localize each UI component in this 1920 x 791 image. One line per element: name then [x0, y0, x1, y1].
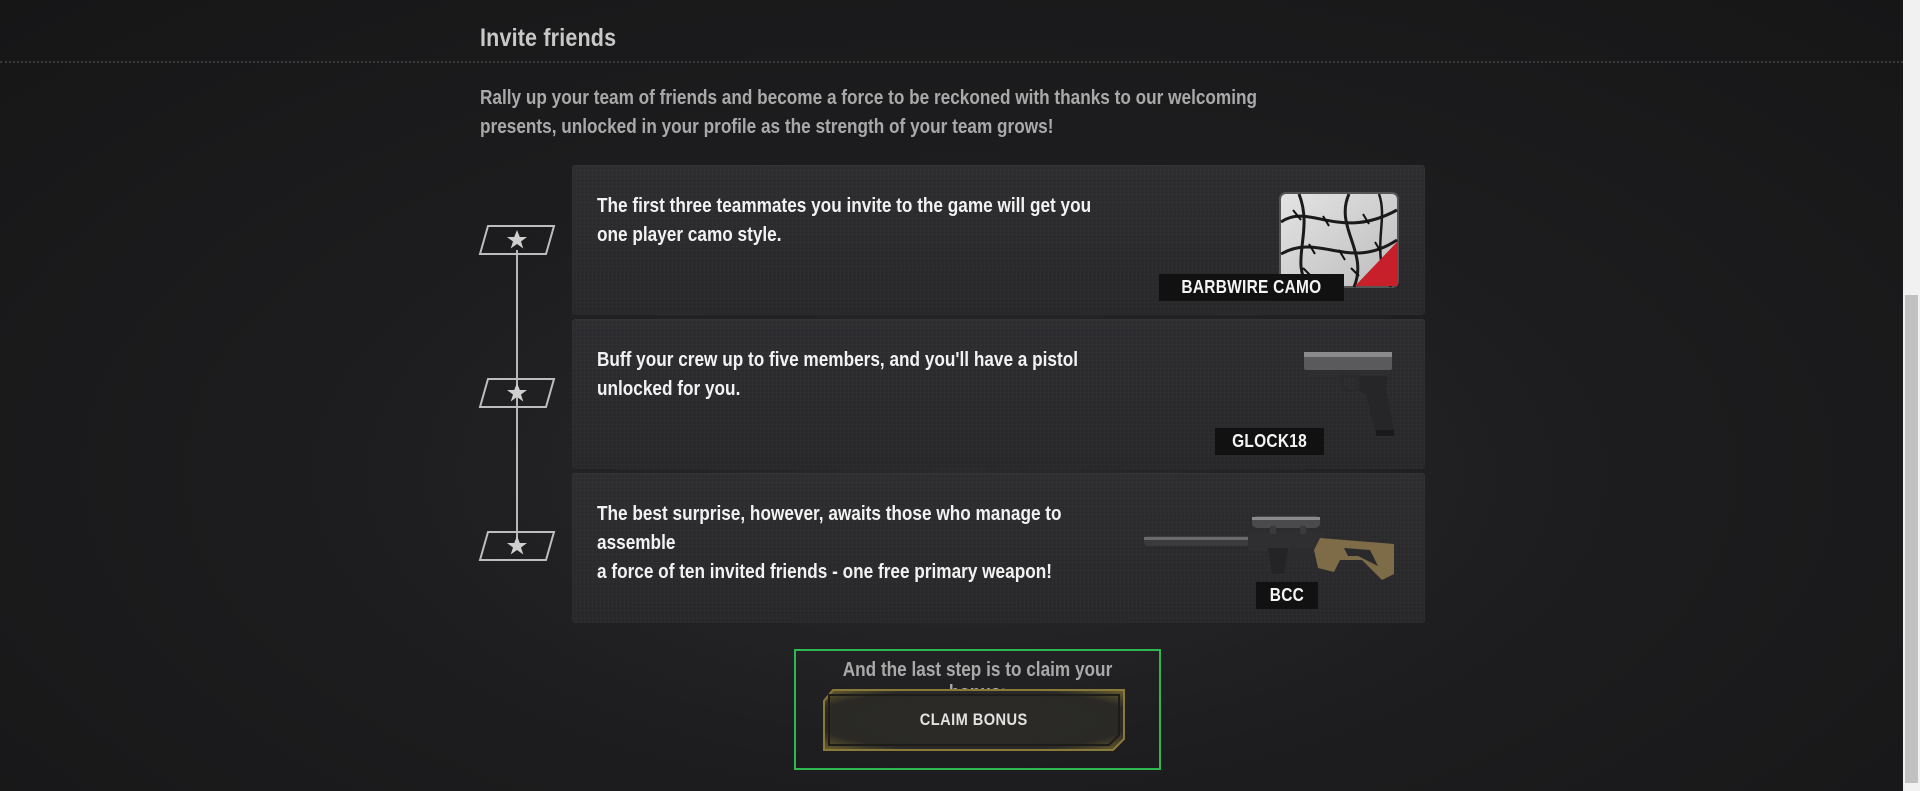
claim-bonus-button[interactable]: CLAIM BONUS [823, 689, 1125, 751]
reward-description: The best surprise, however, awaits those… [597, 503, 1062, 583]
reward-name-label: GLOCK18 [1215, 428, 1325, 455]
section-intro: Rally up your team of friends and become… [480, 87, 1258, 138]
reward-name-label: BCC [1256, 582, 1318, 609]
star-badge-icon [478, 530, 556, 562]
page-scrollbar[interactable] [1903, 0, 1920, 791]
claim-bonus-panel: And the last step is to claim your bonus… [794, 649, 1161, 770]
header-divider [0, 61, 1903, 63]
star-badge-icon [478, 377, 556, 409]
page: Invite friends Rally up your team of fri… [0, 0, 1903, 791]
reward-card: Buff your crew up to five members, and y… [572, 319, 1425, 469]
reward-name-label: BARBWIRE CAMO [1159, 274, 1344, 301]
section-title: Invite friends [480, 24, 617, 52]
reward-card: The first three teammates you invite to … [572, 165, 1425, 315]
reward-card: The best surprise, however, awaits those… [572, 473, 1425, 623]
star-badge-icon [478, 224, 556, 256]
reward-list: The first three teammates you invite to … [572, 165, 1425, 627]
reward-description: The first three teammates you invite to … [597, 195, 1092, 246]
claim-bonus-label: CLAIM BONUS [920, 710, 1028, 729]
reward-description: Buff your crew up to five members, and y… [597, 349, 1079, 400]
progress-timeline [478, 220, 556, 565]
scrollbar-thumb[interactable] [1905, 295, 1918, 783]
